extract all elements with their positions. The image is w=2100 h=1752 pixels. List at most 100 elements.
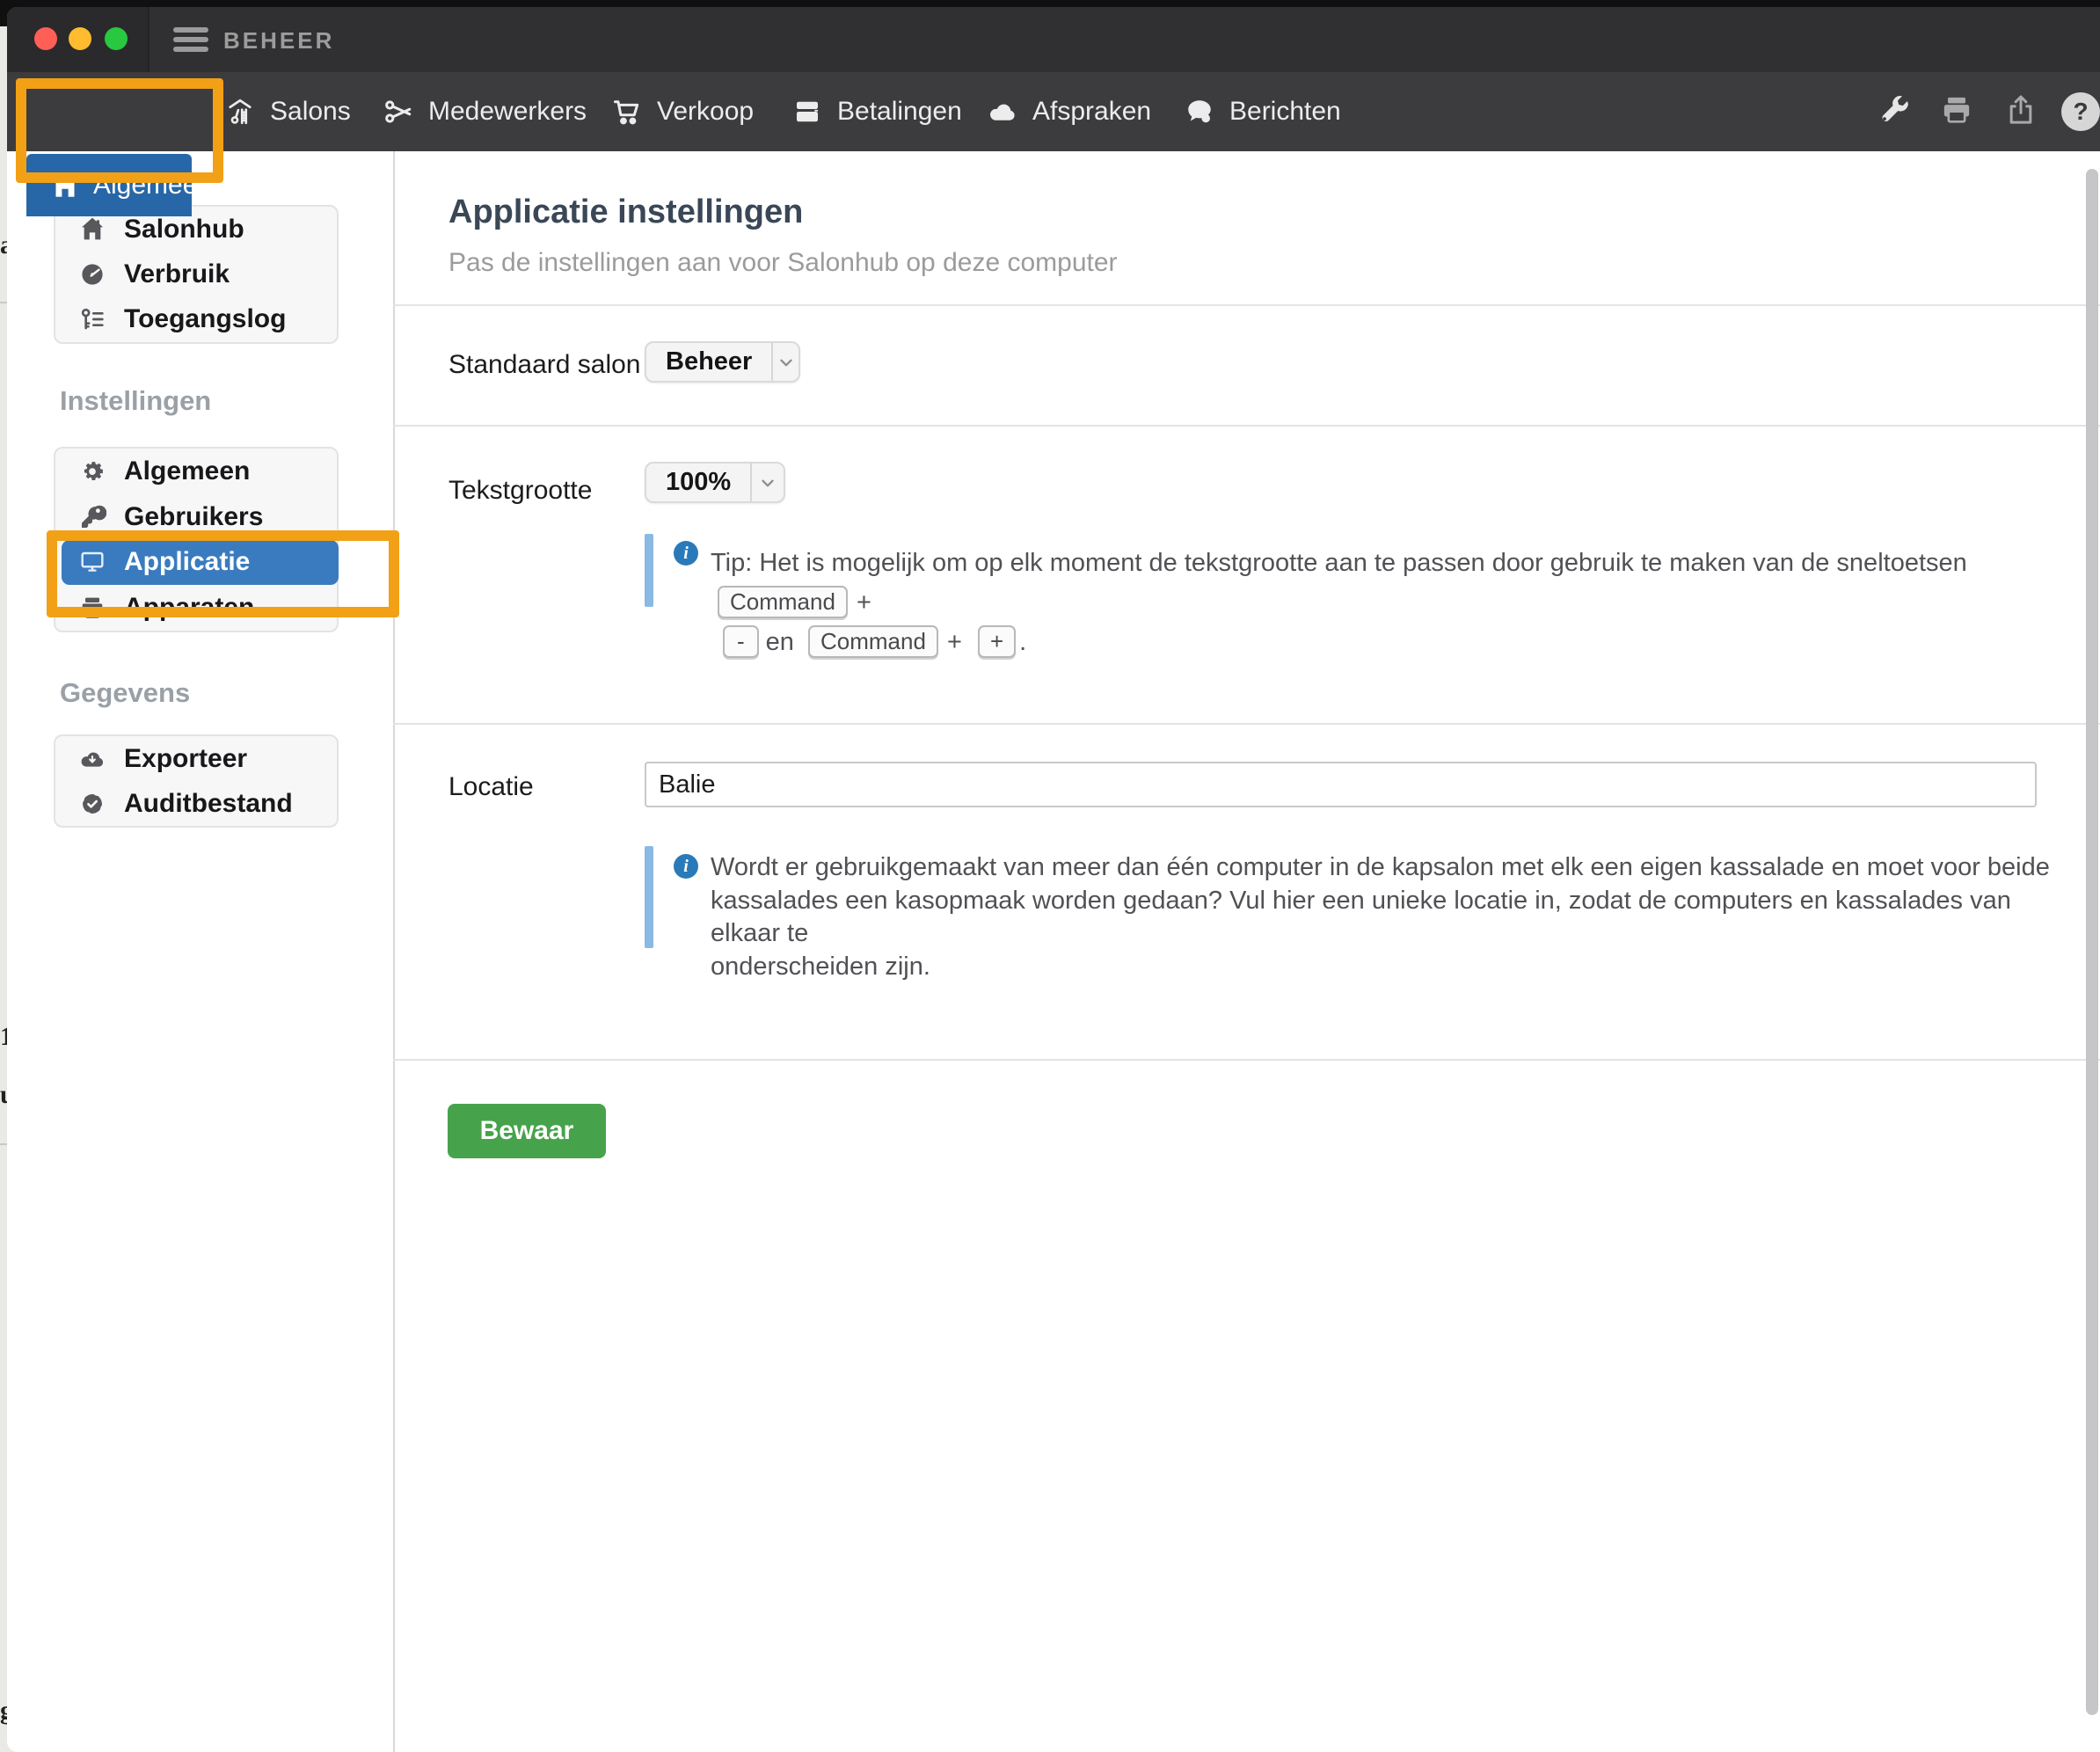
- kbd-command: Command: [718, 586, 848, 618]
- info-line-2: kassalades een kasopmaak worden gedaan? …: [711, 887, 2011, 948]
- badge-check-icon: [77, 788, 108, 820]
- cloud-icon: [985, 94, 1020, 129]
- info-line-3: onderscheiden zijn.: [711, 953, 930, 981]
- chevron-down-icon: [750, 464, 784, 501]
- zoom-button[interactable]: [105, 27, 128, 50]
- menu-icon[interactable]: [173, 27, 208, 52]
- tab-algemeen[interactable]: Algemeen: [26, 154, 192, 216]
- tab-medewerkers[interactable]: Medewerkers: [381, 72, 587, 151]
- sidebar-item-applicatie[interactable]: Applicatie: [62, 540, 339, 586]
- chevron-down-icon: [771, 343, 798, 381]
- sidebar-section-gegevens: Gegevens: [60, 677, 190, 709]
- tab-label: Betalingen: [837, 97, 962, 127]
- info-icon: i: [674, 541, 698, 566]
- share-icon: [2003, 92, 2038, 132]
- sidebar-item-label: Exporteer: [124, 744, 247, 774]
- window-title: BEHEER: [223, 27, 334, 55]
- tab-label: Berichten: [1229, 97, 1341, 127]
- locatie-info-text: Wordt er gebruikgemaakt van meer dan één…: [711, 851, 2056, 983]
- titlebar: BEHEER: [7, 7, 2100, 72]
- tekstgrootte-select[interactable]: 100%: [645, 462, 785, 503]
- kbd-minus: -: [723, 625, 759, 658]
- sidebar-item-gebruikers[interactable]: Gebruikers: [55, 494, 337, 540]
- sidebar-item-auditbestand[interactable]: Auditbestand: [55, 781, 337, 826]
- monitor-icon: [77, 546, 108, 578]
- sidebar-item-label: Applicatie: [124, 547, 250, 577]
- tekstgrootte-label: Tekstgrootte: [448, 476, 592, 506]
- standaard-salon-select[interactable]: Beheer: [645, 341, 800, 383]
- close-button[interactable]: [34, 27, 57, 50]
- tab-betalingen[interactable]: Betalingen: [790, 72, 962, 151]
- wrench-icon: [1878, 92, 1913, 132]
- locatie-label: Locatie: [448, 772, 534, 802]
- sidebar-item-toegangslog[interactable]: Toegangslog: [55, 297, 337, 342]
- locatie-input[interactable]: [645, 762, 2037, 807]
- tab-salons[interactable]: Salons: [222, 72, 351, 151]
- background-artifact: 1: [0, 1022, 7, 1054]
- gauge-icon: [77, 259, 108, 290]
- minimize-button[interactable]: [69, 27, 91, 50]
- sidebar-group-settings: Algemeen Gebruikers Applicatie: [54, 447, 339, 632]
- chat-bubble-icon: [1182, 94, 1217, 129]
- sidebar-item-exporteer[interactable]: Exporteer: [55, 736, 337, 781]
- divider: [393, 1059, 2100, 1061]
- sidebar-item-algemeen[interactable]: Algemeen: [55, 449, 337, 494]
- tip-en: en: [766, 628, 794, 656]
- key-icon: [77, 501, 108, 533]
- gear-icon: [77, 456, 108, 487]
- cards-icon: [790, 94, 825, 129]
- page-subtitle: Pas de instellingen aan voor Salonhub op…: [448, 248, 1118, 278]
- sidebar-group-top: Salonhub Verbruik Toegangslog: [54, 205, 339, 344]
- sidebar-item-verbruik[interactable]: Verbruik: [55, 252, 337, 296]
- sidebar-divider: [393, 151, 395, 1752]
- main-navbar: Algemeen Salons Medewerkers: [7, 72, 2100, 151]
- tab-berichten[interactable]: Berichten: [1182, 72, 1341, 151]
- help-button[interactable]: ?: [2061, 92, 2100, 131]
- sidebar-item-label: Gebruikers: [124, 502, 263, 532]
- sidebar-item-label: Verbruik: [124, 259, 230, 289]
- divider: [393, 723, 2100, 725]
- page-title: Applicatie instellingen: [448, 193, 803, 231]
- tip-period: .: [1019, 628, 1026, 656]
- tab-verkoop[interactable]: Verkoop: [609, 72, 754, 151]
- scissors-icon: [381, 94, 416, 129]
- cart-icon: [609, 94, 645, 129]
- tip-accent-bar: [645, 534, 653, 607]
- sidebar-section-instellingen: Instellingen: [60, 385, 211, 417]
- tab-label: Algemeen: [93, 171, 212, 201]
- question-mark-icon: ?: [2073, 98, 2088, 126]
- tab-label: Salons: [270, 97, 351, 127]
- sidebar-item-label: Salonhub: [124, 215, 244, 245]
- background-artifact: u: [0, 1080, 7, 1112]
- cloud-download-icon: [77, 743, 108, 775]
- kbd-command: Command: [808, 625, 938, 658]
- print-button[interactable]: [1932, 72, 1981, 151]
- sidebar-item-label: Toegangslog: [124, 304, 286, 334]
- app-window: BEHEER Algemeen Salons: [7, 7, 2100, 1752]
- tab-afspraken[interactable]: Afspraken: [985, 72, 1151, 151]
- tip-plus: +: [947, 628, 962, 656]
- kbd-plus: +: [978, 625, 1016, 658]
- tip-sentence: Tip: Het is mogelijk om op elk moment de…: [711, 549, 1967, 577]
- background-artifact: a: [0, 230, 7, 262]
- sidebar-item-label: Algemeen: [124, 456, 250, 486]
- standaard-salon-label: Standaard salon: [448, 350, 641, 380]
- info-line-1: Wordt er gebruikgemaakt van meer dan één…: [711, 853, 2050, 881]
- scrollbar-thumb[interactable]: [2086, 169, 2098, 1715]
- sidebar-item-label: Auditbestand: [124, 789, 293, 819]
- tab-label: Afspraken: [1032, 97, 1151, 127]
- info-icon: i: [674, 854, 698, 879]
- divider: [393, 425, 2100, 427]
- sidebar-item-apparaten[interactable]: Apparaten: [55, 585, 337, 631]
- save-button[interactable]: Bewaar: [448, 1104, 606, 1158]
- sidebar-item-label: Apparaten: [124, 593, 254, 623]
- tools-button[interactable]: [1870, 72, 1920, 151]
- salon-icon: [222, 94, 258, 129]
- share-button[interactable]: [1996, 72, 2045, 151]
- tab-label: Medewerkers: [428, 97, 587, 127]
- sidebar-group-data: Exporteer Auditbestand: [54, 734, 339, 828]
- printer-icon: [77, 592, 108, 624]
- printer-icon: [1939, 92, 1974, 132]
- background-artifact: [0, 302, 7, 303]
- info-accent-bar: [645, 846, 653, 948]
